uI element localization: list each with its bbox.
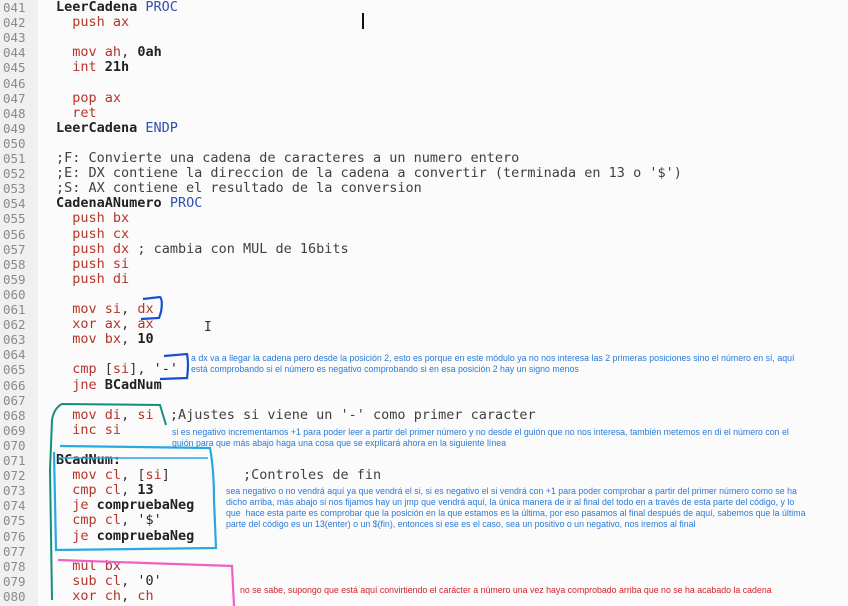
annotation-blue-box-dx xyxy=(140,295,163,321)
annotation-cyan-box xyxy=(52,444,218,552)
annotation-green-bracket xyxy=(48,402,167,601)
annotation-pink-bracket xyxy=(57,558,236,606)
note-bcadnum-explanation: sea negativo o no vendrá aquí ya que ven… xyxy=(226,486,806,529)
code-editor[interactable]: 041 LeerCadena PROC 042 push ax 043 044 mov … xyxy=(0,0,848,606)
annotation-blue-box-minus xyxy=(159,352,190,381)
note-negative-explanation: si es negativo incrementamos +1 para pod… xyxy=(172,427,789,448)
note-dx-explanation: a dx va a llegar la cadena pero desde la… xyxy=(191,353,795,374)
note-conversion-explanation: no se sabe, supongo que está aquí convir… xyxy=(240,585,772,595)
